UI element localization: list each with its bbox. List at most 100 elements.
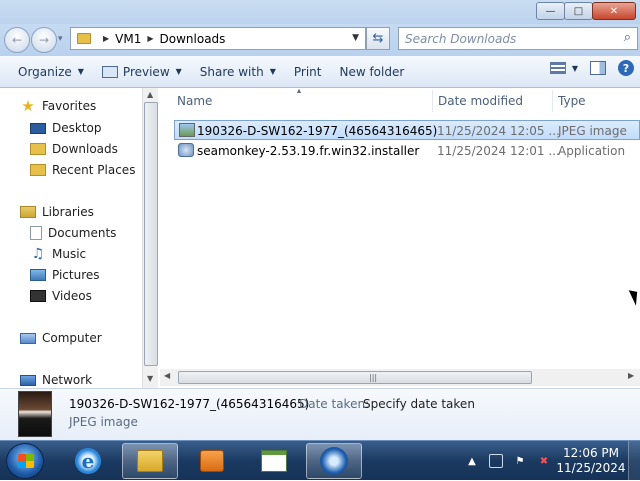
documents-icon xyxy=(30,226,42,240)
pictures-icon xyxy=(30,269,46,281)
organize-button[interactable]: Organize ▼ xyxy=(9,60,93,84)
music-icon: ♫ xyxy=(31,246,45,262)
column-divider[interactable] xyxy=(432,90,433,112)
search-placeholder: Search Downloads xyxy=(405,32,517,46)
details-date-value[interactable]: Specify date taken xyxy=(363,397,475,411)
recent-pages-chevron-icon[interactable]: ▾ xyxy=(58,34,63,44)
image-thumbnail xyxy=(18,391,52,437)
back-button[interactable]: ← xyxy=(4,27,30,53)
videos-icon xyxy=(30,290,46,302)
nav-item-pictures[interactable]: Pictures xyxy=(30,268,100,282)
details-pane: 190326-D-SW162-1977_(46564316465) Date t… xyxy=(0,388,640,440)
breadcrumb-vm1[interactable]: VM1 xyxy=(115,32,141,46)
nav-item-downloads[interactable]: Downloads xyxy=(30,142,118,156)
file-name: seamonkey-2.53.19.fr.win32.installer xyxy=(197,144,420,158)
file-type: Application xyxy=(558,144,626,158)
sort-arrow-icon: ▴ xyxy=(297,86,302,95)
refresh-icon: ⇆ xyxy=(372,31,384,46)
nav-label: Recent Places xyxy=(52,163,136,177)
search-input[interactable]: Search Downloads ⌕ xyxy=(398,27,638,50)
scroll-thumb[interactable]: ||| xyxy=(178,371,532,384)
change-view-icon[interactable] xyxy=(549,62,566,74)
preview-icon xyxy=(101,65,118,78)
share-with-button[interactable]: Share with ▼ xyxy=(191,60,285,84)
nav-item-recent-places[interactable]: Recent Places xyxy=(30,163,135,177)
refresh-button[interactable]: ⇆ xyxy=(366,27,390,50)
address-dropdown-icon[interactable]: ▼ xyxy=(352,33,359,43)
nav-label: Music xyxy=(52,247,87,261)
nav-vertical-scrollbar[interactable]: ▲ ▼ xyxy=(142,88,158,388)
column-header: Name ▴ Date modified Type xyxy=(160,86,640,114)
taskbar-windows-explorer[interactable] xyxy=(122,443,178,479)
taskbar-media-player[interactable] xyxy=(184,443,240,479)
close-button[interactable]: ✕ xyxy=(592,2,636,20)
taskbar-clock[interactable]: 12:06 PM 11/25/2024 xyxy=(556,446,626,476)
column-type[interactable]: Type xyxy=(558,94,586,108)
file-date: 11/25/2024 12:01 ... xyxy=(437,144,560,158)
nav-item-desktop[interactable]: Desktop xyxy=(30,121,102,135)
windows-logo-icon-lower xyxy=(18,461,34,468)
file-list: Name ▴ Date modified Type 190326-D-SW162… xyxy=(160,86,640,388)
scroll-up-icon[interactable]: ▲ xyxy=(147,90,153,99)
details-file-name: 190326-D-SW162-1977_(46564316465) xyxy=(69,397,310,411)
explorer-window: — □ ✕ ← → ▾ ▶ VM1 ▶ Downloads ▼ ⇆ Search… xyxy=(0,0,640,440)
seamonkey-icon xyxy=(320,447,348,475)
caption-buttons: — □ ✕ xyxy=(536,2,636,20)
details-date-label: Date taken: xyxy=(299,397,370,411)
volume-muted-icon[interactable]: ✖ xyxy=(537,454,551,468)
taskbar-spreadsheet[interactable] xyxy=(246,443,302,479)
preview-pane-icon[interactable] xyxy=(590,61,606,75)
column-divider[interactable] xyxy=(552,90,553,112)
preview-button[interactable]: Preview ▼ xyxy=(93,60,191,84)
network-icon xyxy=(20,374,36,386)
file-row[interactable]: 190326-D-SW162-1977_(46564316465) 11/25/… xyxy=(174,120,640,140)
nav-label: Desktop xyxy=(52,121,102,135)
command-bar: Organize ▼ Preview ▼ Share with ▼ Print … xyxy=(0,56,640,88)
taskbar-internet-explorer[interactable]: e xyxy=(60,443,116,479)
address-bar[interactable]: ▶ VM1 ▶ Downloads ▼ xyxy=(70,27,366,50)
desktop-icon xyxy=(30,122,46,134)
nav-label: Libraries xyxy=(42,205,94,219)
content-horizontal-scrollbar[interactable]: ◀ ||| ▶ xyxy=(160,369,640,386)
start-button[interactable] xyxy=(6,443,44,479)
scroll-right-icon[interactable]: ▶ xyxy=(628,371,634,380)
chevron-right-icon[interactable]: ▶ xyxy=(103,34,109,43)
nav-item-music[interactable]: ♫ Music xyxy=(30,246,87,262)
file-row[interactable]: seamonkey-2.53.19.fr.win32.installer 11/… xyxy=(174,141,640,161)
help-icon[interactable]: ? xyxy=(618,60,634,76)
minimize-button[interactable]: — xyxy=(536,2,565,20)
file-name: 190326-D-SW162-1977_(46564316465) xyxy=(197,124,438,138)
installer-icon xyxy=(178,143,194,157)
nav-item-videos[interactable]: Videos xyxy=(30,289,92,303)
recent-places-icon xyxy=(30,164,46,176)
breadcrumb-downloads[interactable]: Downloads xyxy=(160,32,226,46)
nav-item-favorites[interactable]: ★ Favorites xyxy=(20,97,96,115)
chevron-down-icon[interactable]: ▼ xyxy=(572,64,578,73)
maximize-button[interactable]: □ xyxy=(564,2,593,20)
new-folder-button[interactable]: New folder xyxy=(330,60,413,84)
show-desktop-button[interactable] xyxy=(628,441,640,481)
nav-label: Documents xyxy=(48,226,117,240)
network-tray-icon[interactable] xyxy=(489,454,503,468)
view-controls: ▼ ? xyxy=(549,60,640,76)
column-name[interactable]: Name xyxy=(177,94,212,108)
nav-label: Pictures xyxy=(52,268,100,282)
print-button[interactable]: Print xyxy=(285,60,331,84)
column-date-modified[interactable]: Date modified xyxy=(438,94,523,108)
nav-item-documents[interactable]: Documents xyxy=(30,226,116,240)
nav-item-computer[interactable]: Computer xyxy=(20,331,102,345)
scroll-left-icon[interactable]: ◀ xyxy=(164,371,170,380)
taskbar-seamonkey[interactable] xyxy=(306,443,362,479)
search-icon[interactable]: ⌕ xyxy=(624,30,631,45)
scroll-thumb[interactable] xyxy=(144,102,158,366)
scroll-down-icon[interactable]: ▼ xyxy=(147,374,153,383)
chevron-right-icon[interactable]: ▶ xyxy=(147,34,153,43)
show-hidden-icons-icon[interactable]: ▲ xyxy=(465,454,479,468)
star-icon: ★ xyxy=(21,97,35,115)
nav-item-network[interactable]: Network xyxy=(20,373,92,387)
back-arrow-icon: ← xyxy=(11,33,23,47)
print-label: Print xyxy=(293,64,322,79)
action-center-flag-icon[interactable]: ⚑ xyxy=(513,454,527,468)
forward-button[interactable]: → xyxy=(31,27,57,53)
nav-item-libraries[interactable]: Libraries xyxy=(20,205,94,219)
